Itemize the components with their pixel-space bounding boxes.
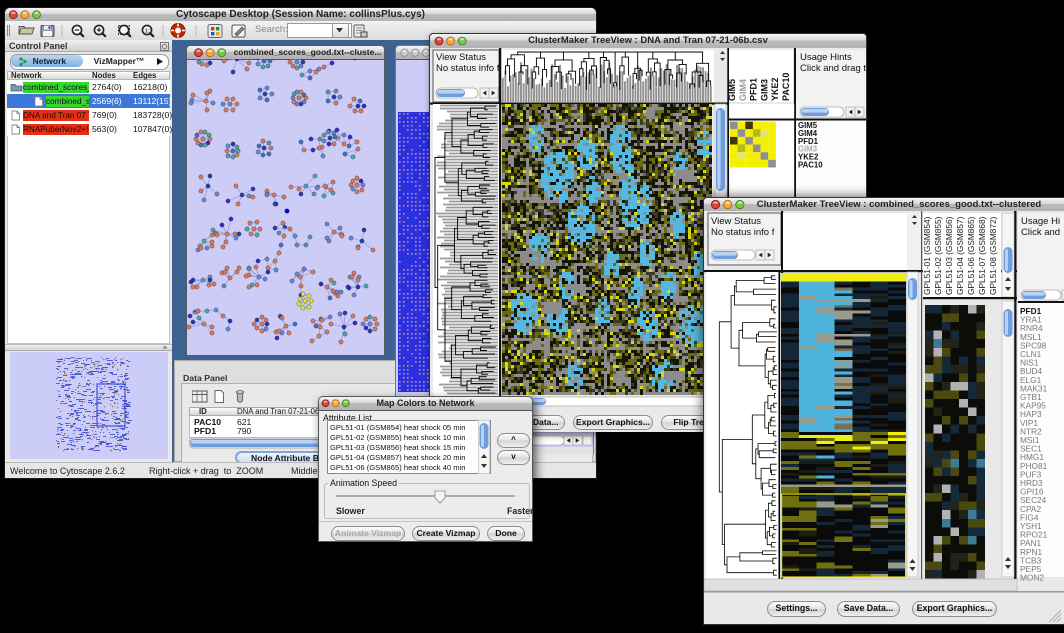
- svg-text:GPL51-02 (GSM855): GPL51-02 (GSM855): [933, 216, 943, 295]
- svg-text:GPL51-04 (GSM857): GPL51-04 (GSM857): [955, 216, 965, 295]
- svg-text:Click and: Click and: [1021, 227, 1060, 238]
- svg-text:MON2: MON2: [1020, 573, 1044, 583]
- svg-text:Usage Hi: Usage Hi: [1021, 216, 1060, 227]
- svg-text:PFD1: PFD1: [749, 78, 759, 101]
- svg-text:GPL51-03 (GSM856): GPL51-03 (GSM856): [944, 216, 954, 295]
- svg-text:GPL51-07 (GSM868): GPL51-07 (GSM868): [977, 216, 987, 295]
- svg-text:View Status: View Status: [436, 52, 486, 63]
- svg-text:GPL51-06 (GSM865): GPL51-06 (GSM865): [966, 216, 976, 295]
- svg-text:PAC10: PAC10: [798, 161, 823, 170]
- svg-text:GIM4: GIM4: [738, 79, 748, 101]
- svg-text:Click and drag to: Click and drag to: [800, 63, 866, 74]
- svg-text:PAC10: PAC10: [781, 73, 791, 101]
- svg-text:GPL51-08 (GSM872): GPL51-08 (GSM872): [988, 216, 998, 295]
- svg-text:GPL51-01 (GSM854): GPL51-01 (GSM854): [922, 216, 932, 295]
- svg-text:No status info f: No status info f: [436, 63, 500, 74]
- svg-text:No status info f: No status info f: [711, 227, 775, 238]
- svg-text:YKE2: YKE2: [770, 77, 780, 101]
- svg-text:GIM3: GIM3: [759, 79, 769, 101]
- svg-text:Usage Hints: Usage Hints: [800, 52, 852, 63]
- svg-text:1:1: 1:1: [145, 29, 152, 35]
- svg-text:GIM5: GIM5: [727, 79, 737, 101]
- svg-text:View Status: View Status: [711, 216, 761, 227]
